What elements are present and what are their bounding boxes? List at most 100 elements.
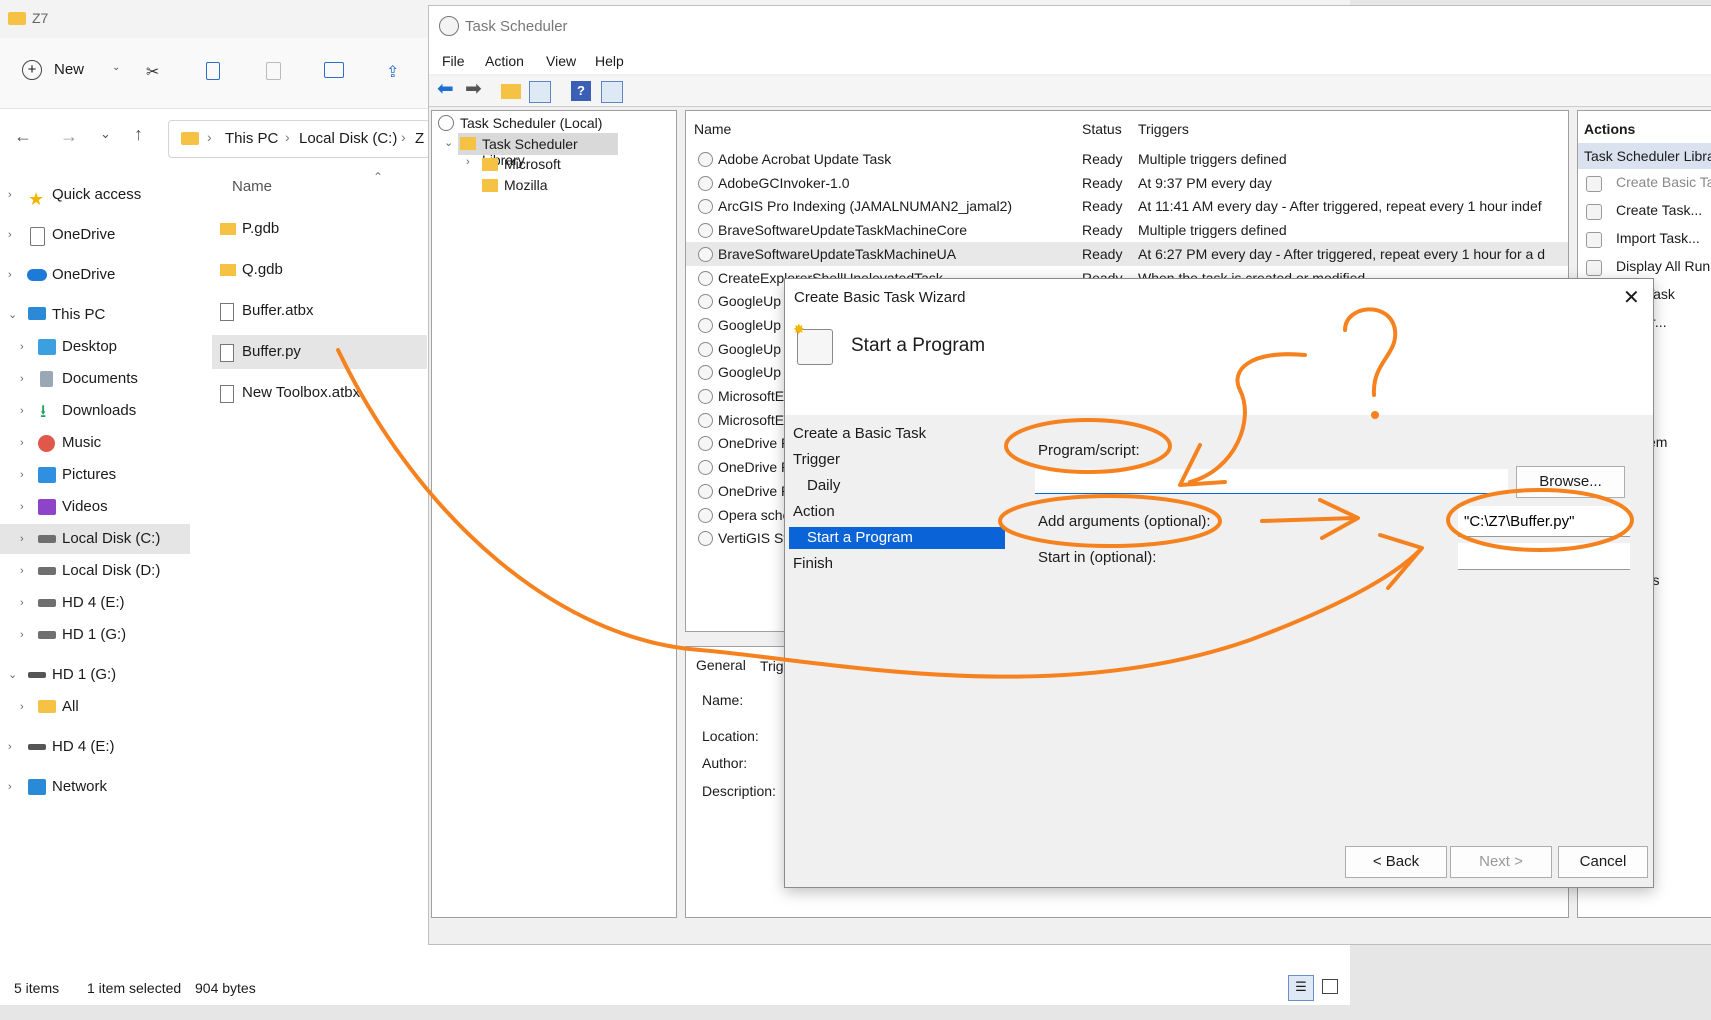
nav-item-hd4-e-root[interactable]: › HD 4 (E:): [0, 732, 195, 762]
pictures-icon: [38, 467, 56, 483]
action-item[interactable]: Display All Run: [1616, 258, 1710, 274]
column-header-name[interactable]: Name: [232, 178, 272, 195]
drive-icon: [38, 631, 56, 639]
up-arrow-icon[interactable]: ↑: [134, 124, 143, 145]
back-button[interactable]: < Back: [1345, 846, 1447, 878]
file-item-buffer-atbx[interactable]: Buffer.atbx: [212, 294, 427, 328]
task-row[interactable]: BraveSoftwareUpdateTaskMachineCore Ready M…: [686, 218, 1568, 242]
close-icon[interactable]: ✕: [1623, 285, 1640, 310]
nav-item-local-disk-c[interactable]: › Local Disk (C:): [0, 524, 190, 554]
nav-item-all[interactable]: › All: [0, 692, 195, 722]
task-row[interactable]: BraveSoftwareUpdateTaskMachineUA Ready At …: [686, 241, 1568, 266]
details-view-icon[interactable]: ☰: [1288, 975, 1314, 1001]
drive-icon: [38, 567, 56, 575]
file-item-buffer-py[interactable]: Buffer.py: [212, 335, 427, 369]
nav-item-hd4-e[interactable]: › HD 4 (E:): [0, 588, 195, 618]
tree-item-library[interactable]: Task Scheduler Library: [458, 133, 618, 168]
status-selection: 1 item selected: [87, 980, 182, 996]
breadcrumb-local-disk[interactable]: Local Disk (C:): [299, 130, 397, 147]
paste-icon[interactable]: [266, 62, 281, 80]
menu-view[interactable]: View: [546, 53, 576, 69]
menu-file[interactable]: File: [442, 53, 465, 69]
tree-item-microsoft[interactable]: Microsoft: [504, 156, 561, 172]
task-trigger: At 11:41 AM every day - After triggered,…: [1138, 198, 1542, 215]
add-arguments-input[interactable]: [1458, 506, 1630, 537]
task-clock-icon: [698, 483, 713, 499]
console-tree: Task Scheduler (Local) ⌄ Task Scheduler …: [431, 110, 677, 918]
back-arrow-icon[interactable]: ⬅: [437, 76, 457, 100]
nav-item-this-pc[interactable]: ⌄ This PC: [0, 300, 195, 330]
breadcrumb-folder[interactable]: Z: [415, 130, 424, 147]
help-icon[interactable]: ?: [571, 81, 591, 101]
column-name[interactable]: Name: [694, 121, 731, 137]
nav-item-pictures[interactable]: › Pictures: [0, 460, 195, 490]
tiles-view-icon[interactable]: [1322, 979, 1338, 994]
task-status: Ready: [1082, 174, 1123, 191]
action-item[interactable]: Create Task...: [1616, 202, 1702, 218]
forward-arrow-icon[interactable]: ➡: [465, 76, 485, 100]
chevron-down-icon: ⌄: [112, 62, 121, 73]
folder-up-icon[interactable]: [501, 84, 521, 99]
start-in-label: Start in (optional):: [1038, 549, 1157, 566]
file-item-new-toolbox[interactable]: New Toolbox.atbx: [212, 376, 427, 410]
task-clock-icon: [698, 460, 713, 476]
nav-item-downloads[interactable]: › ⭳ Downloads: [0, 396, 195, 426]
new-button[interactable]: + New ⌄: [22, 60, 120, 86]
back-arrow-icon[interactable]: ←: [14, 126, 32, 147]
menu-action[interactable]: Action: [485, 53, 524, 69]
nav-item-onedrive[interactable]: › OneDrive: [0, 260, 195, 290]
nav-item-network[interactable]: › Network: [0, 772, 195, 802]
column-status[interactable]: Status: [1082, 121, 1122, 137]
nav-item-onedrive-personal[interactable]: › OneDrive: [0, 220, 195, 250]
task-row[interactable]: ArcGIS Pro Indexing (JAMALNUMAN2_jamal2)…: [686, 194, 1568, 218]
recent-chevron-icon[interactable]: ⌄: [100, 126, 111, 142]
clock-icon: [438, 115, 454, 131]
nav-item-quick-access[interactable]: › ★ Quick access: [0, 180, 195, 210]
menu-help[interactable]: Help: [595, 53, 624, 69]
column-triggers[interactable]: Triggers: [1138, 121, 1189, 137]
tree-item-local[interactable]: Task Scheduler (Local): [460, 115, 602, 131]
action-pane-icon[interactable]: [601, 81, 623, 103]
nav-item-videos[interactable]: › Videos: [0, 492, 195, 522]
cancel-button[interactable]: Cancel: [1558, 846, 1648, 878]
action-item[interactable]: Import Task...: [1616, 230, 1700, 246]
task-name: Adobe Acrobat Update Task: [718, 151, 892, 167]
task-clock-icon: [698, 531, 713, 547]
nav-item-local-disk-d[interactable]: › Local Disk (D:): [0, 556, 195, 586]
address-bar[interactable]: › This PC › Local Disk (C:) › Z: [168, 120, 430, 158]
share-icon[interactable]: ⇪: [386, 62, 399, 82]
next-button[interactable]: Next >: [1450, 846, 1552, 878]
file-item-q-gdb[interactable]: Q.gdb: [212, 253, 427, 287]
window-title: Task Scheduler: [465, 18, 568, 35]
show-pane-icon[interactable]: [529, 81, 551, 103]
step-daily: Daily: [807, 477, 841, 494]
nav-item-hd1-g[interactable]: › HD 1 (G:): [0, 620, 195, 650]
task-row[interactable]: AdobeGCInvoker-1.0 Ready At 9:37 PM every …: [686, 171, 1568, 195]
rename-icon[interactable]: [324, 62, 344, 78]
breadcrumb-this-pc[interactable]: This PC: [225, 130, 278, 147]
nav-item-desktop[interactable]: › Desktop: [0, 332, 195, 362]
task-name: GoogleUp: [718, 293, 782, 310]
cut-icon[interactable]: ✂: [146, 62, 159, 82]
tab-general[interactable]: General: [696, 657, 746, 673]
file-item-p-gdb[interactable]: P.gdb: [212, 212, 427, 246]
tree-item-mozilla[interactable]: Mozilla: [504, 177, 548, 193]
program-script-input[interactable]: [1035, 469, 1508, 494]
tab-triggers[interactable]: Trig: [760, 658, 784, 674]
action-icon: [1586, 176, 1602, 192]
nav-item-hd1-g-root[interactable]: ⌄ HD 1 (G:): [0, 660, 195, 690]
back-label: < Back: [1372, 853, 1420, 870]
task-clock-icon: [698, 412, 713, 428]
nav-item-documents[interactable]: › Documents: [0, 364, 195, 394]
task-row[interactable]: Adobe Acrobat Update Task Ready Multiple t…: [686, 147, 1568, 171]
browse-button[interactable]: Browse...: [1516, 466, 1625, 498]
start-in-input[interactable]: [1458, 543, 1630, 570]
task-clock-icon: [698, 152, 713, 167]
copy-icon[interactable]: [206, 62, 220, 80]
forward-arrow-icon[interactable]: →: [60, 126, 78, 147]
nav-item-music[interactable]: › Music: [0, 428, 195, 458]
file-icon: [220, 385, 234, 403]
actions-header: Actions: [1584, 121, 1636, 137]
task-clock-icon: [698, 365, 713, 381]
action-item[interactable]: Create Basic Ta: [1616, 174, 1711, 190]
